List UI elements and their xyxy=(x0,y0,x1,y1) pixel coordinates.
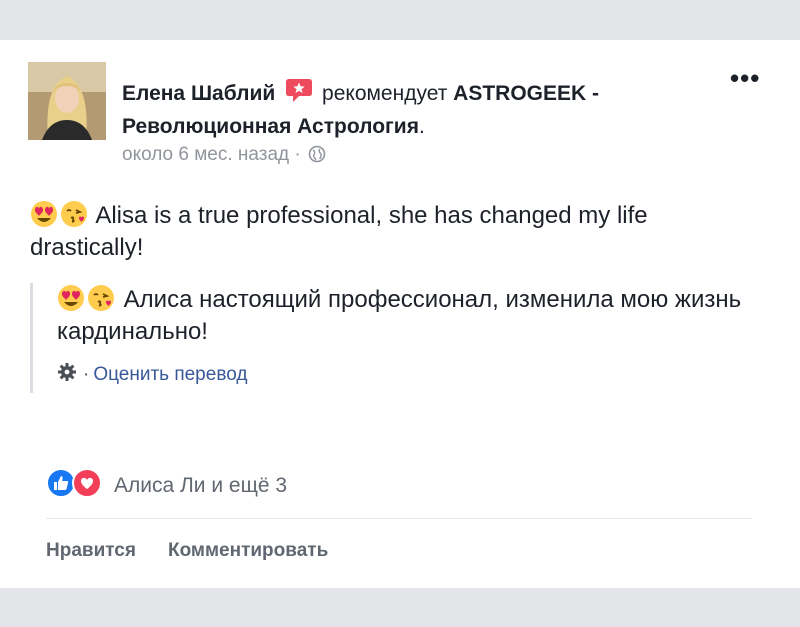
post-body: Alisa is a true professional, she has ch… xyxy=(30,200,750,264)
kissing-heart-emoji-icon xyxy=(60,200,88,228)
post-card: Елена Шаблий рекомендует ASTROGEEK - Рев… xyxy=(0,40,800,588)
rate-separator: · xyxy=(83,364,90,385)
reactions-summary[interactable]: Алиса Ли и ещё 3 xyxy=(46,468,287,504)
rate-translation-link[interactable]: Оценить перевод xyxy=(93,364,247,386)
globe-icon xyxy=(308,145,326,169)
author-name[interactable]: Елена Шаблий xyxy=(122,82,275,105)
page-period: . xyxy=(418,115,425,138)
reaction-icons xyxy=(46,468,102,504)
recommends-text: рекомендует xyxy=(322,82,448,105)
heart-eyes-emoji-icon xyxy=(30,200,58,228)
love-reaction-icon xyxy=(72,468,102,504)
heart-eyes-emoji-icon xyxy=(57,284,85,312)
meta-separator: · xyxy=(294,144,301,165)
post-actions: Нравится Комментировать xyxy=(46,540,328,562)
gear-icon[interactable] xyxy=(57,362,77,388)
more-options-button[interactable]: ••• xyxy=(730,65,770,91)
translation-body: Алиса настоящий профессионал, изменила м… xyxy=(57,284,757,348)
kissing-heart-emoji-icon xyxy=(87,284,115,312)
translation-text: Алиса настоящий профессионал, изменила м… xyxy=(57,286,742,345)
post-text-content: Alisa is a true professional, she has ch… xyxy=(30,202,648,261)
comment-button[interactable]: Комментировать xyxy=(168,540,328,562)
rate-translation-row: · Оценить перевод xyxy=(57,362,757,388)
avatar[interactable] xyxy=(28,62,106,140)
timestamp[interactable]: около 6 мес. назад xyxy=(122,144,289,165)
reactions-text: Алиса Ли и ещё 3 xyxy=(114,474,288,497)
divider xyxy=(46,518,752,519)
post-meta: около 6 мес. назад · xyxy=(122,144,326,169)
translation-block: Алиса настоящий профессионал, изменила м… xyxy=(30,283,757,393)
post-header: Елена Шаблий рекомендует ASTROGEEK - Рев… xyxy=(122,76,702,141)
recommendation-icon xyxy=(285,76,313,112)
like-button[interactable]: Нравится xyxy=(46,540,136,562)
